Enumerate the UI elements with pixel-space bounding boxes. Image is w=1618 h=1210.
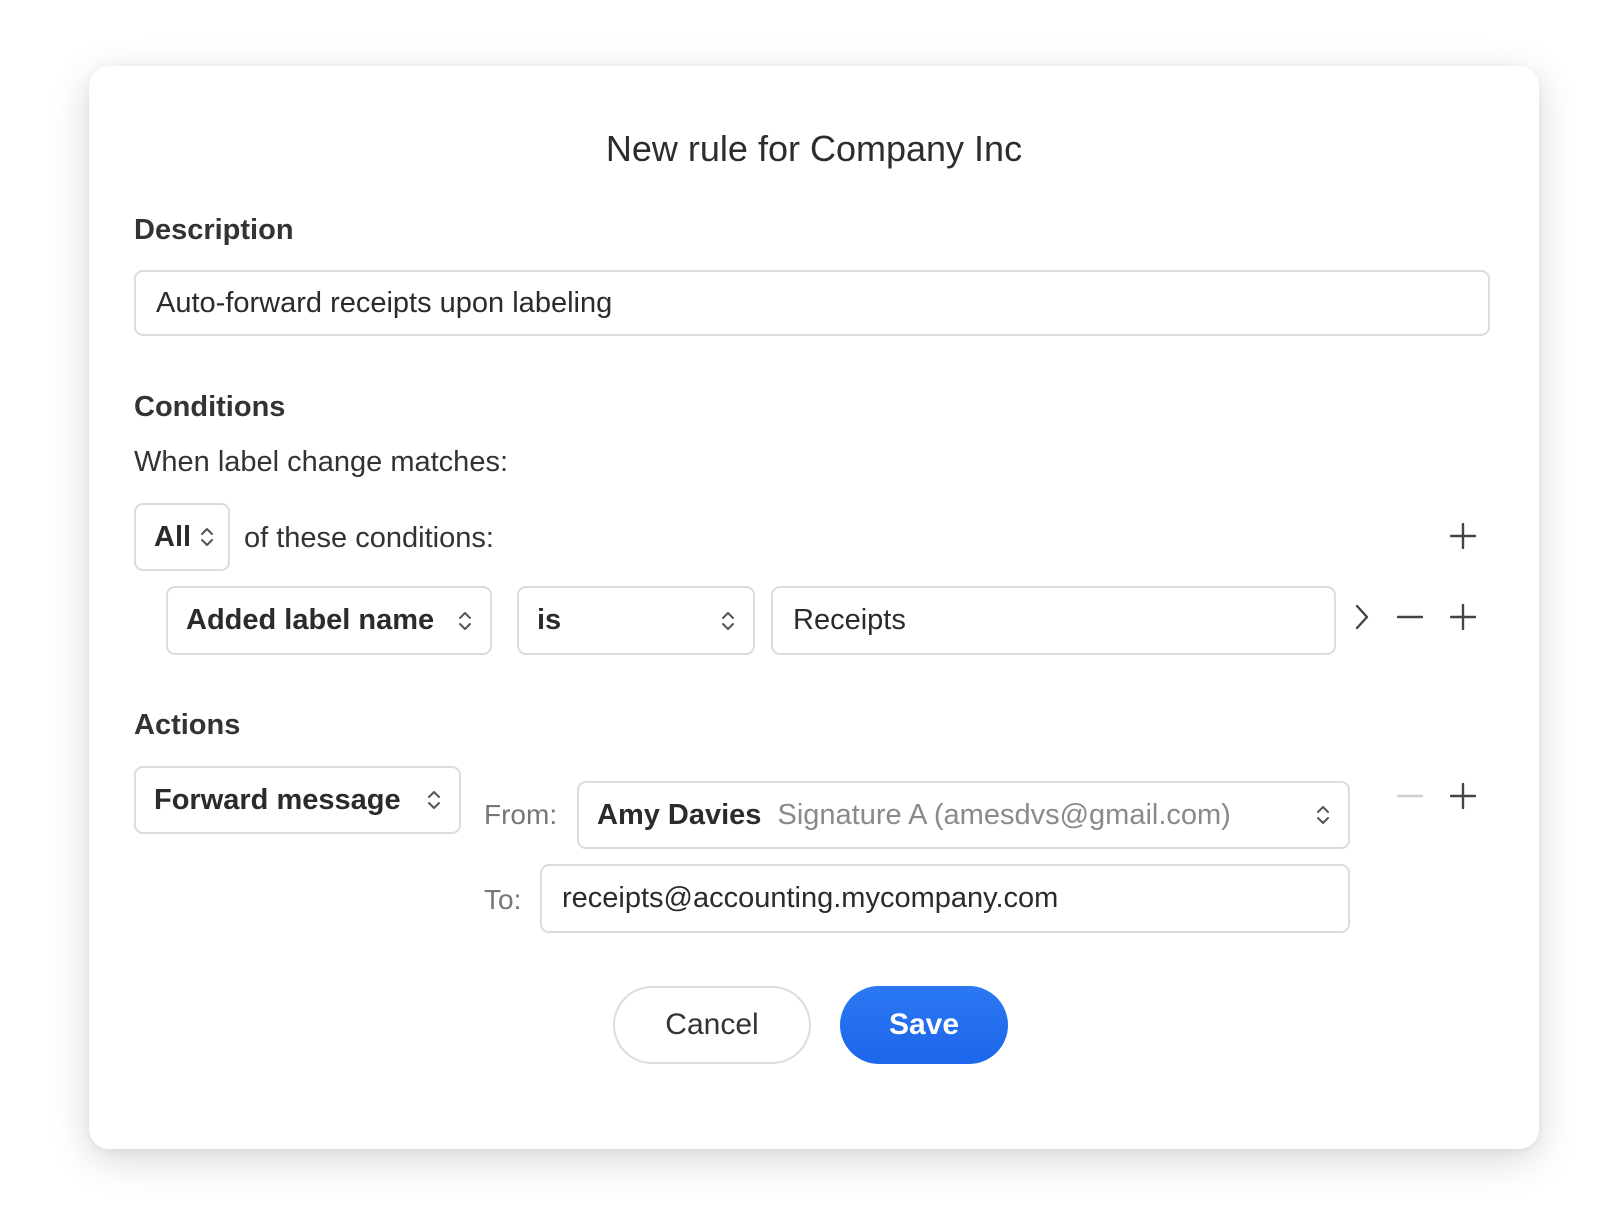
conditions-label: Conditions bbox=[134, 391, 286, 423]
conditions-intro: When label change matches: bbox=[134, 446, 508, 478]
updown-chevron-icon bbox=[722, 611, 734, 630]
from-select[interactable]: Amy Davies Signature A (amesdvs@gmail.co… bbox=[577, 781, 1350, 849]
condition-value-text: Receipts bbox=[793, 604, 906, 636]
actions-label: Actions bbox=[134, 709, 241, 741]
match-suffix: of these conditions: bbox=[244, 522, 494, 554]
plus-icon bbox=[1450, 604, 1476, 630]
chevron-right-icon bbox=[1355, 604, 1369, 630]
minus-icon bbox=[1397, 794, 1423, 798]
remove-condition-button[interactable] bbox=[1394, 601, 1426, 633]
to-input[interactable]: receipts@accounting.mycompany.com bbox=[540, 864, 1350, 933]
description-input[interactable]: Auto-forward receipts upon labeling bbox=[134, 270, 1490, 336]
remove-action-button[interactable] bbox=[1394, 780, 1426, 812]
add-condition-button[interactable] bbox=[1447, 601, 1479, 633]
from-label: From: bbox=[484, 799, 558, 830]
minus-icon bbox=[1397, 615, 1423, 619]
from-detail: Signature A (amesdvs@gmail.com) bbox=[777, 798, 1231, 831]
action-type-select[interactable]: Forward message bbox=[134, 766, 461, 834]
dialog-title: New rule for Company Inc bbox=[605, 128, 1023, 169]
condition-operator-select[interactable]: is bbox=[517, 586, 755, 655]
to-value: receipts@accounting.mycompany.com bbox=[562, 882, 1059, 914]
cancel-button[interactable]: Cancel bbox=[613, 986, 811, 1064]
condition-value-input[interactable]: Receipts bbox=[771, 586, 1336, 655]
add-condition-group-button[interactable] bbox=[1447, 520, 1479, 552]
description-value: Auto-forward receipts upon labeling bbox=[156, 286, 613, 319]
plus-icon bbox=[1450, 783, 1476, 809]
to-label: To: bbox=[484, 884, 522, 915]
match-mode-select[interactable]: All bbox=[134, 503, 230, 571]
updown-chevron-icon bbox=[201, 528, 213, 546]
condition-field-value: Added label name bbox=[186, 604, 435, 636]
plus-icon bbox=[1450, 523, 1476, 549]
from-name: Amy Davies bbox=[597, 798, 762, 831]
nest-condition-button[interactable] bbox=[1346, 601, 1378, 633]
action-type-value: Forward message bbox=[154, 783, 401, 816]
updown-chevron-icon bbox=[428, 791, 440, 809]
add-action-button[interactable] bbox=[1447, 780, 1479, 812]
description-label: Description bbox=[134, 214, 294, 246]
condition-field-select[interactable]: Added label name bbox=[166, 586, 492, 655]
updown-chevron-icon bbox=[459, 611, 471, 630]
save-button[interactable]: Save bbox=[840, 986, 1008, 1064]
from-value: Amy Davies Signature A (amesdvs@gmail.co… bbox=[597, 799, 1316, 832]
new-rule-dialog: New rule for Company Inc Description Aut… bbox=[89, 66, 1539, 1149]
condition-operator-value: is bbox=[537, 604, 562, 636]
match-mode-value: All bbox=[154, 520, 192, 553]
updown-chevron-icon bbox=[1317, 806, 1329, 824]
